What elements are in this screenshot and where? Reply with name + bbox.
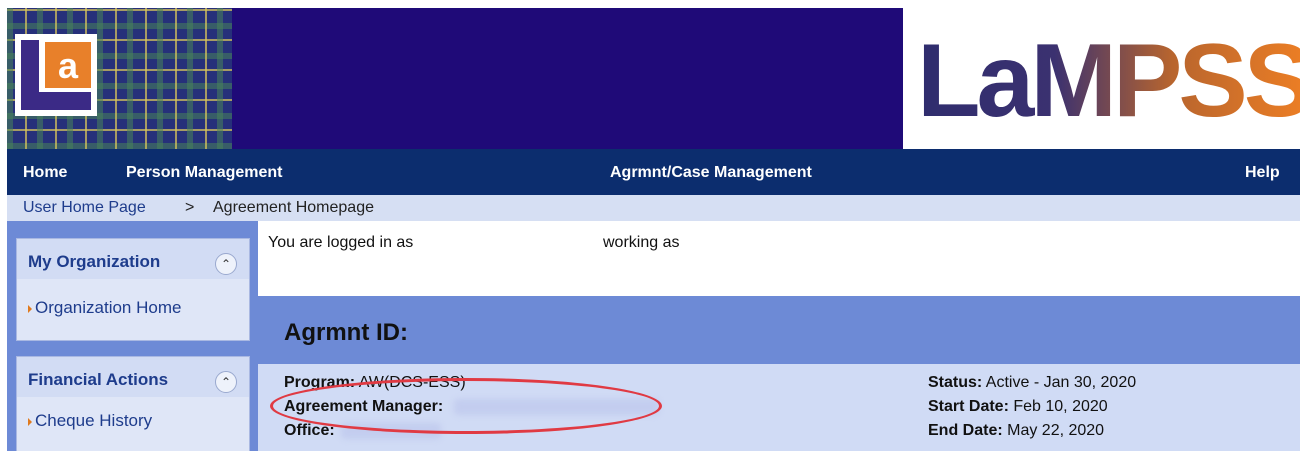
app-frame: a LaMPSS Home Person Management Agrmnt/C… (7, 8, 1300, 451)
collapse-up-icon[interactable]: ⌃ (215, 253, 237, 275)
my-organization-header[interactable]: My Organization ⌃ (17, 239, 249, 279)
agreement-id-title: Agrmnt ID: (284, 319, 408, 346)
sidebar-item-cheque-history[interactable]: Cheque History (28, 411, 152, 431)
tartan-banner: a (7, 8, 232, 149)
office-value-redacted (341, 422, 442, 439)
nav-home[interactable]: Home (23, 164, 67, 182)
start-date-value: Feb 10, 2020 (1013, 398, 1108, 415)
breadcrumb: User Home Page > Agreement Homepage (7, 195, 1300, 221)
main-nav: Home Person Management Agrmnt/Case Manag… (7, 149, 1300, 195)
svg-text:a: a (58, 45, 79, 86)
my-organization-title: My Organization (28, 252, 161, 271)
arrow-bullet-icon (28, 304, 32, 313)
arrow-bullet-icon (28, 417, 32, 426)
nav-person-management[interactable]: Person Management (126, 164, 282, 182)
end-date-row: End Date: May 22, 2020 (928, 422, 1104, 440)
la-logo[interactable]: a (15, 34, 97, 116)
nav-agreement-case-management[interactable]: Agrmnt/Case Management (610, 164, 812, 182)
financial-actions-header[interactable]: Financial Actions ⌃ (17, 357, 249, 397)
agreement-panel: Agrmnt ID: Program: AW(DCS-ESS) Agreemen… (258, 296, 1300, 451)
agreement-panel-header: Agrmnt ID: (258, 296, 1300, 364)
end-date-label: End Date: (928, 422, 1003, 439)
logged-in-label: You are logged in as (268, 234, 414, 251)
site-header: a LaMPSS (7, 8, 1300, 149)
sidebar: My Organization ⌃ Organization Home Fina… (7, 221, 258, 451)
collapse-up-icon[interactable]: ⌃ (215, 371, 237, 393)
sidebar-item-label: Organization Home (35, 298, 182, 317)
financial-actions-title: Financial Actions (28, 370, 169, 389)
program-value: AW(DCS-ESS) (358, 374, 466, 391)
office-row: Office: (284, 422, 442, 440)
agreement-manager-label: Agreement Manager: (284, 398, 444, 415)
program-label: Program: (284, 374, 356, 391)
breadcrumb-current: Agreement Homepage (213, 199, 374, 216)
working-as-label: working as (603, 234, 680, 251)
breadcrumb-separator: > (185, 199, 195, 216)
status-row: Status: Active - Jan 30, 2020 (928, 374, 1136, 392)
sidebar-item-label: Cheque History (35, 411, 153, 430)
status-label: Status: (928, 374, 983, 391)
status-value: Active - Jan 30, 2020 (985, 374, 1137, 391)
breadcrumb-user-home-link[interactable]: User Home Page (23, 199, 146, 217)
sidebar-item-organization-home[interactable]: Organization Home (28, 298, 181, 318)
brand-wordmark: LaMPSS (917, 23, 1300, 139)
start-date-label: Start Date: (928, 398, 1009, 415)
my-organization-box: My Organization ⌃ Organization Home (16, 238, 250, 341)
financial-actions-box: Financial Actions ⌃ Cheque History (16, 356, 250, 451)
start-date-row: Start Date: Feb 10, 2020 (928, 398, 1108, 416)
nav-help[interactable]: Help (1245, 164, 1280, 182)
office-label: Office: (284, 422, 335, 439)
lampss-brand-logo[interactable]: LaMPSS (903, 8, 1300, 149)
end-date-value: May 22, 2020 (1007, 422, 1105, 439)
agreement-manager-value-redacted (453, 398, 659, 415)
agreement-manager-row: Agreement Manager: (284, 398, 659, 416)
program-row: Program: AW(DCS-ESS) (284, 374, 466, 392)
